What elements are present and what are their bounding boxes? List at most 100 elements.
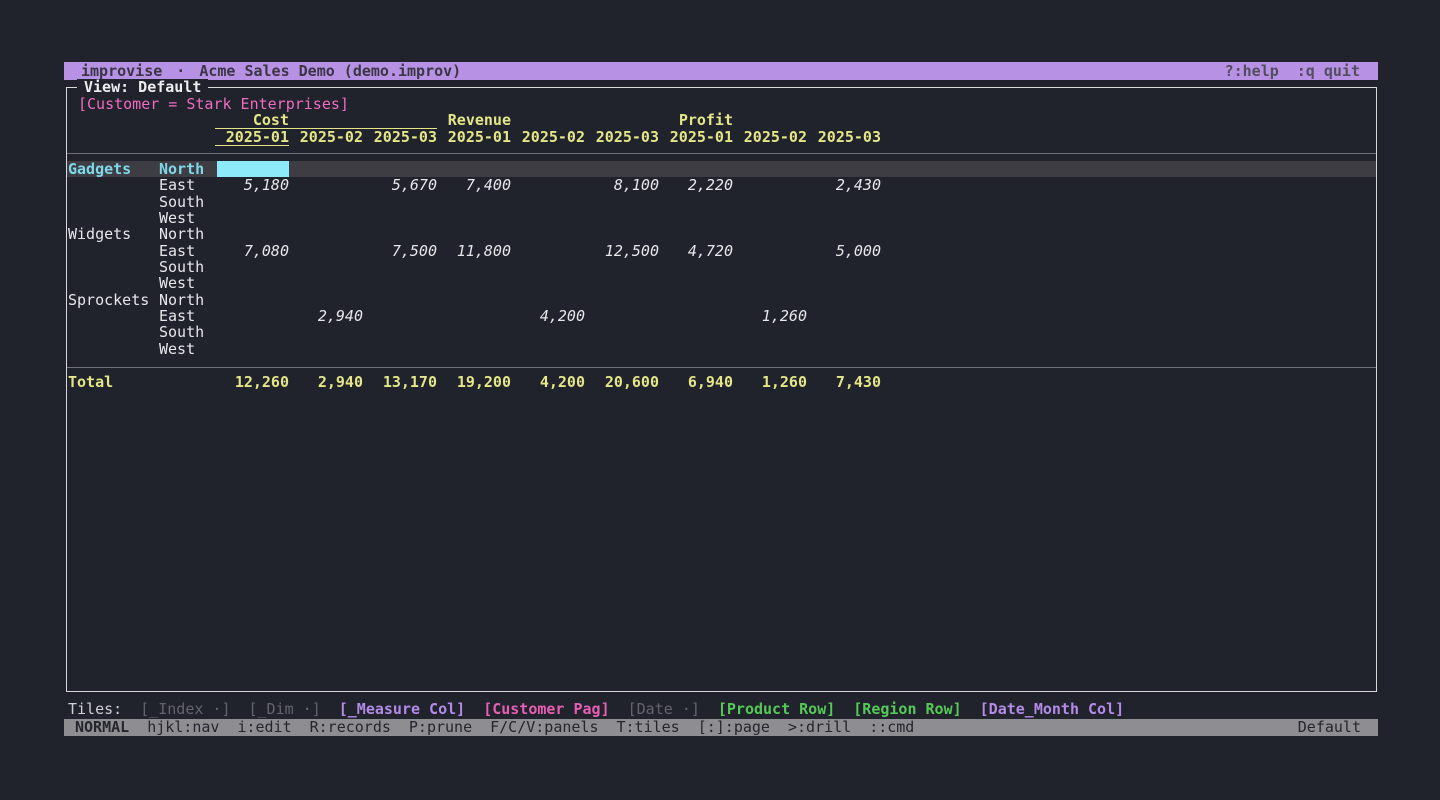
value-cell[interactable]: 11,800 [437, 243, 511, 259]
value-cell[interactable]: 5,000 [807, 243, 881, 259]
tile-index[interactable]: [_Index ·] [140, 701, 230, 718]
value-cell[interactable] [215, 210, 289, 226]
value-cell[interactable] [437, 210, 511, 226]
value-cell[interactable]: 7,500 [363, 243, 437, 259]
value-cell[interactable] [659, 194, 733, 210]
value-cell[interactable] [363, 324, 437, 340]
value-cell[interactable]: 5,180 [215, 177, 289, 193]
tile-datemonthcol[interactable]: [Date_Month Col] [980, 701, 1125, 718]
value-cell[interactable] [289, 243, 363, 259]
value-cell[interactable] [215, 194, 289, 210]
value-cell[interactable] [585, 341, 659, 357]
value-cell[interactable]: 2,220 [659, 177, 733, 193]
value-cell[interactable] [289, 161, 363, 177]
value-cell[interactable] [733, 259, 807, 275]
value-cell[interactable] [585, 324, 659, 340]
value-cell[interactable] [289, 324, 363, 340]
value-cell[interactable] [807, 194, 881, 210]
value-cell[interactable]: 8,100 [585, 177, 659, 193]
value-cell[interactable] [289, 194, 363, 210]
value-cell[interactable] [437, 292, 511, 308]
value-cell[interactable] [733, 341, 807, 357]
tile-customerpag[interactable]: [Customer Pag] [483, 701, 609, 718]
value-cell[interactable] [733, 275, 807, 291]
value-cell[interactable] [511, 226, 585, 242]
value-cell[interactable] [289, 292, 363, 308]
value-cell[interactable] [733, 177, 807, 193]
value-cell[interactable]: 2,940 [289, 308, 363, 324]
value-cell[interactable] [511, 275, 585, 291]
table-row[interactable]: East2,9404,2001,260 [67, 308, 1376, 324]
tile-date[interactable]: [Date ·] [628, 701, 700, 718]
month-column-header[interactable]: 2025-02 [511, 129, 585, 146]
value-cell[interactable] [437, 275, 511, 291]
table-row[interactable]: East7,0807,50011,80012,5004,7205,000 [67, 243, 1376, 259]
value-cell[interactable] [659, 210, 733, 226]
value-cell[interactable] [807, 275, 881, 291]
value-cell[interactable] [511, 324, 585, 340]
value-cell[interactable] [363, 161, 437, 177]
value-cell[interactable] [289, 275, 363, 291]
value-cell[interactable]: 5,670 [363, 177, 437, 193]
value-cell[interactable] [215, 161, 289, 177]
month-column-header[interactable]: 2025-01 [215, 129, 289, 146]
value-cell[interactable] [511, 292, 585, 308]
value-cell[interactable] [363, 308, 437, 324]
value-cell[interactable] [437, 226, 511, 242]
value-cell[interactable] [215, 226, 289, 242]
value-cell[interactable] [659, 226, 733, 242]
measure-group-header-cost[interactable]: Cost [215, 112, 437, 129]
value-cell[interactable] [437, 341, 511, 357]
value-cell[interactable] [585, 259, 659, 275]
value-cell[interactable] [807, 341, 881, 357]
value-cell[interactable] [659, 275, 733, 291]
tile-regionrow[interactable]: [Region Row] [853, 701, 961, 718]
value-cell[interactable] [215, 324, 289, 340]
value-cell[interactable] [363, 194, 437, 210]
value-cell[interactable] [807, 308, 881, 324]
value-cell[interactable]: 7,080 [215, 243, 289, 259]
value-cell[interactable] [289, 341, 363, 357]
page-filter-chip[interactable]: [Customer = Stark Enterprises] [78, 95, 349, 113]
month-column-header[interactable]: 2025-03 [807, 129, 881, 146]
value-cell[interactable] [363, 210, 437, 226]
value-cell[interactable] [733, 243, 807, 259]
value-cell[interactable] [437, 194, 511, 210]
value-cell[interactable] [363, 341, 437, 357]
value-cell[interactable] [659, 341, 733, 357]
month-column-header[interactable]: 2025-01 [437, 129, 511, 146]
value-cell[interactable] [437, 324, 511, 340]
table-row[interactable]: West [67, 341, 1376, 357]
table-row[interactable]: SprocketsNorth [67, 292, 1376, 308]
value-cell[interactable] [363, 275, 437, 291]
value-cell[interactable] [807, 259, 881, 275]
value-cell[interactable] [585, 161, 659, 177]
month-column-header[interactable]: 2025-01 [659, 129, 733, 146]
tile-dim[interactable]: [_Dim ·] [249, 701, 321, 718]
value-cell[interactable] [511, 194, 585, 210]
table-row[interactable]: WidgetsNorth [67, 226, 1376, 242]
table-row[interactable]: South [67, 259, 1376, 275]
value-cell[interactable] [437, 308, 511, 324]
value-cell[interactable] [659, 259, 733, 275]
value-cell[interactable] [733, 194, 807, 210]
value-cell[interactable] [363, 259, 437, 275]
month-column-header[interactable]: 2025-02 [733, 129, 807, 146]
table-row[interactable]: GadgetsNorth [67, 161, 1376, 177]
value-cell[interactable] [289, 259, 363, 275]
table-row[interactable]: East5,1805,6707,4008,1002,2202,430 [67, 177, 1376, 193]
value-cell[interactable] [659, 324, 733, 340]
measure-group-header-profit[interactable]: Profit [659, 112, 881, 129]
value-cell[interactable] [363, 226, 437, 242]
value-cell[interactable]: 2,430 [807, 177, 881, 193]
value-cell[interactable] [215, 308, 289, 324]
value-cell[interactable] [215, 259, 289, 275]
value-cell[interactable] [363, 292, 437, 308]
value-cell[interactable] [511, 177, 585, 193]
value-cell[interactable]: 4,720 [659, 243, 733, 259]
value-cell[interactable] [585, 292, 659, 308]
table-row[interactable]: South [67, 194, 1376, 210]
value-cell[interactable] [585, 210, 659, 226]
value-cell[interactable] [659, 308, 733, 324]
value-cell[interactable] [733, 324, 807, 340]
